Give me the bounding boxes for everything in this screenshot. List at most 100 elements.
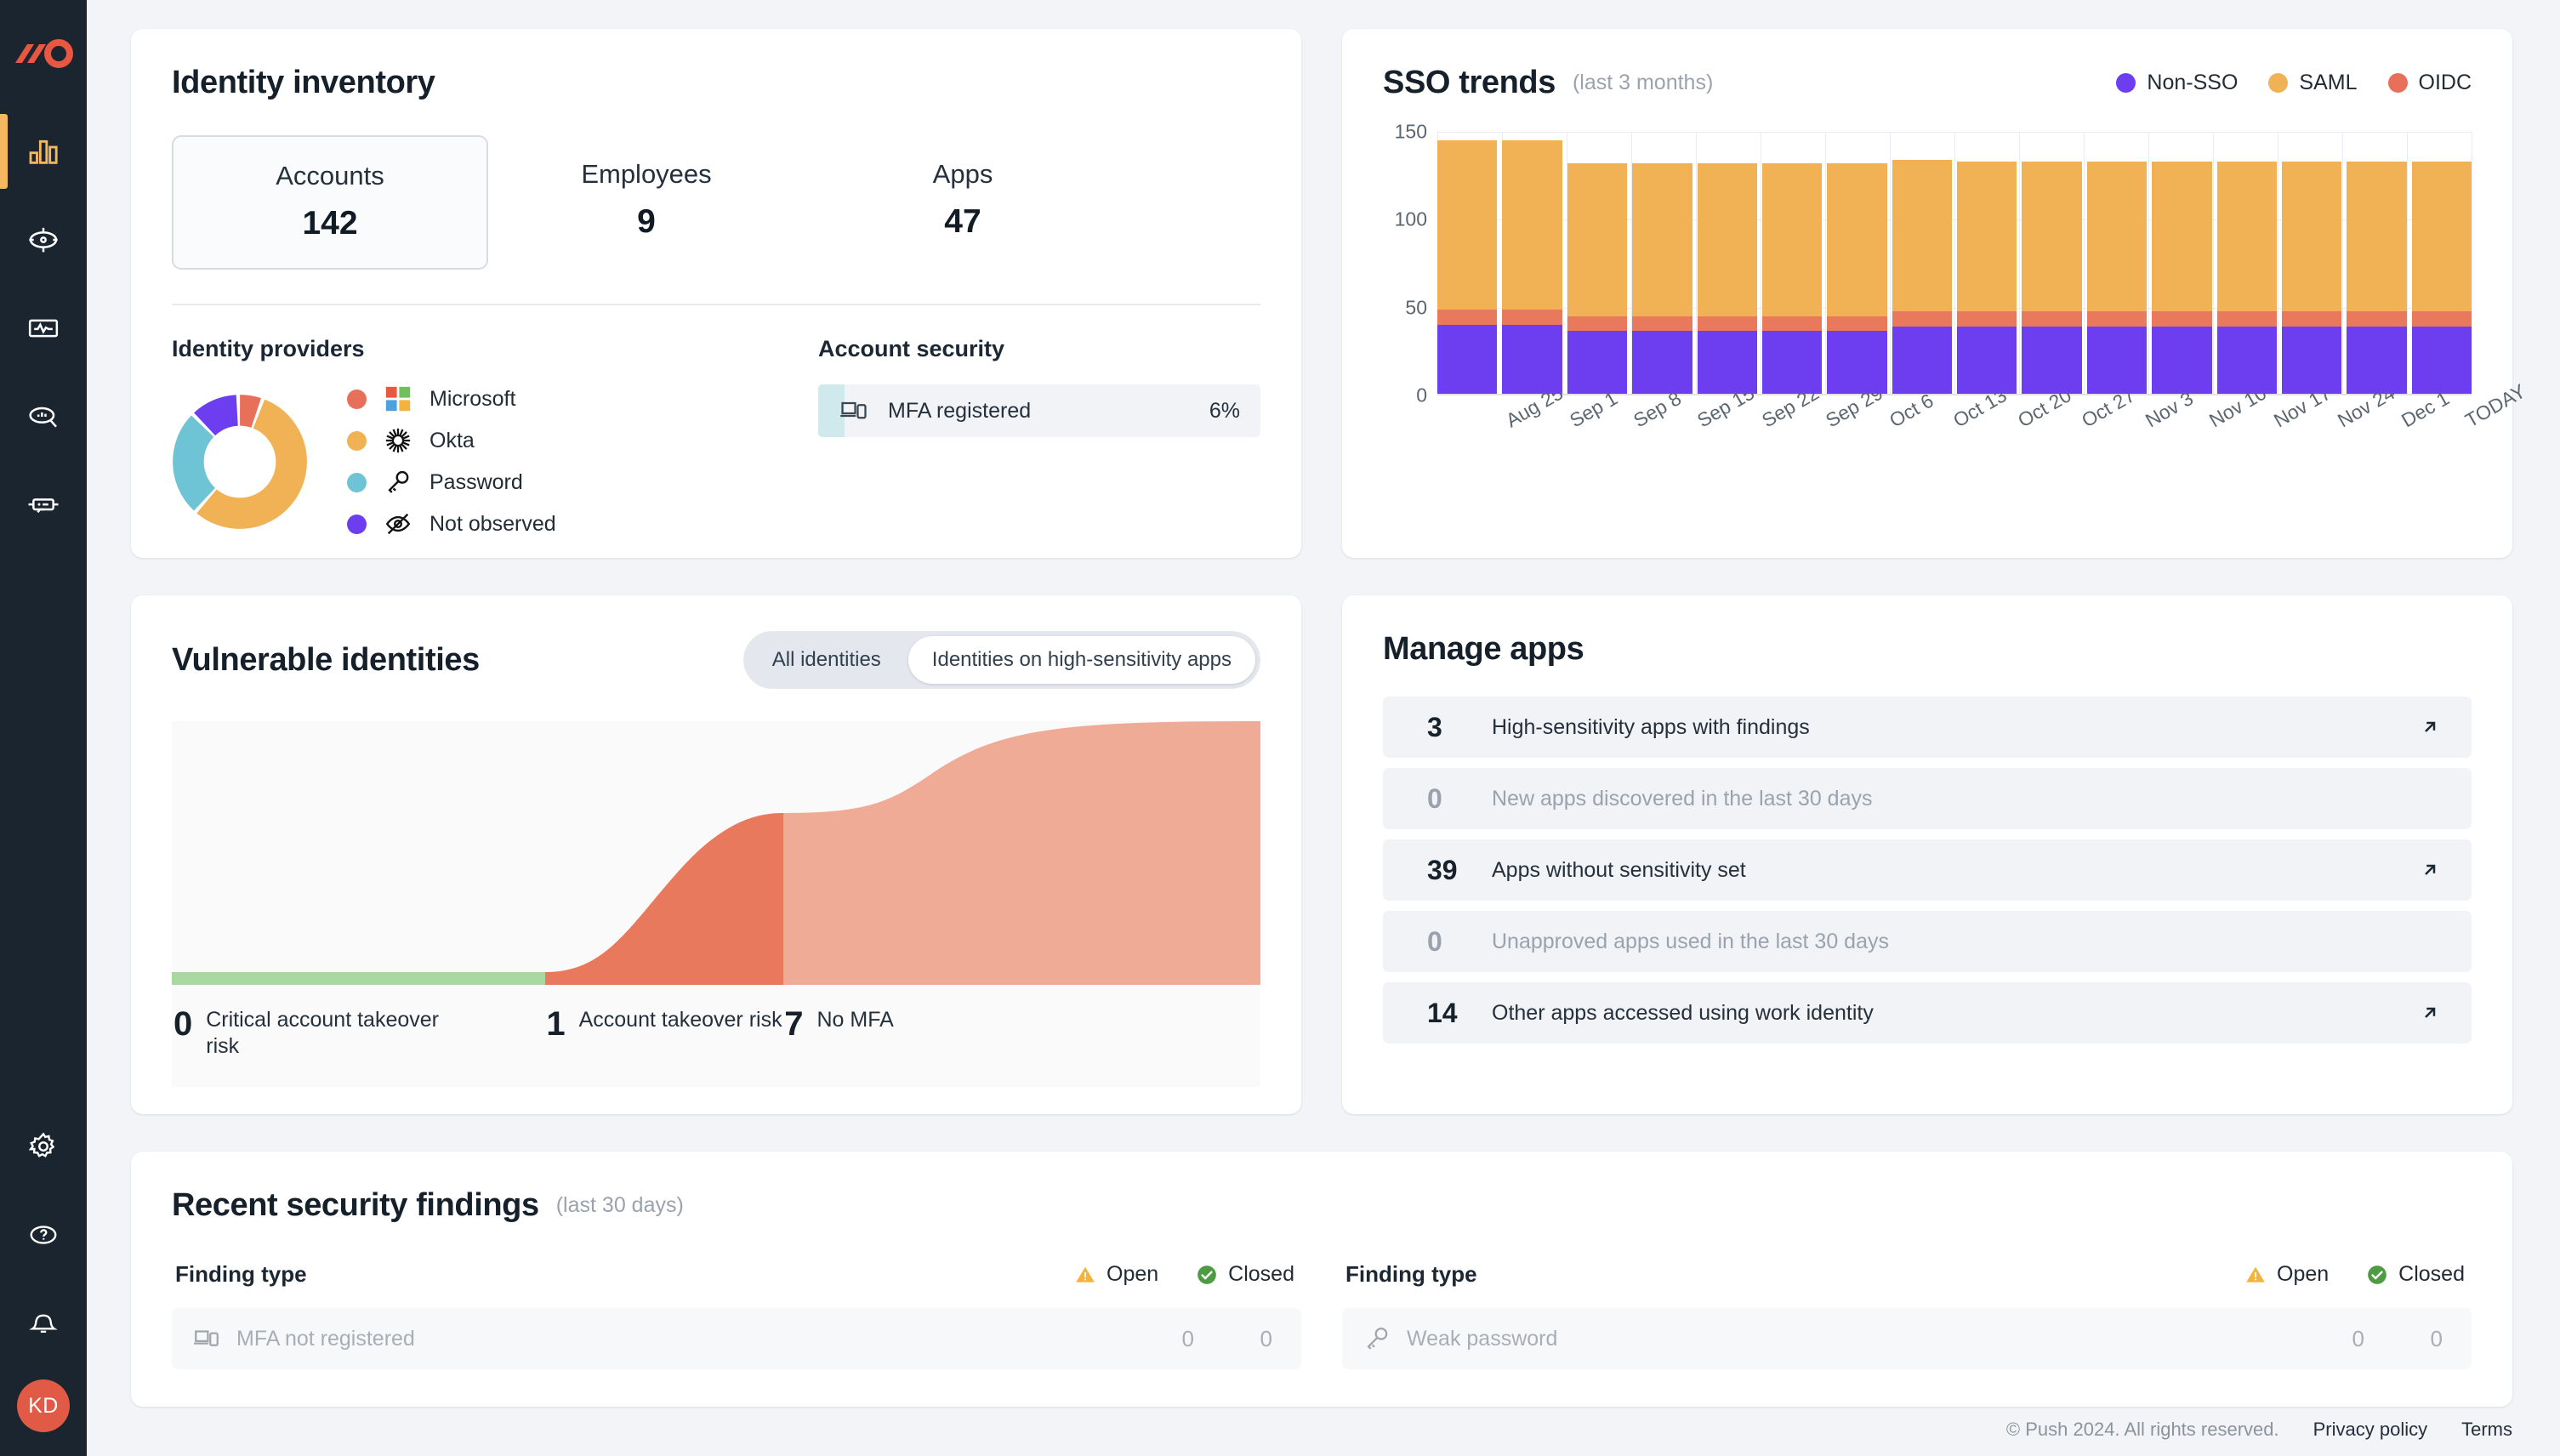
bar-segment-oidc (1437, 309, 1498, 326)
funnel-count: 7 (784, 1005, 804, 1043)
bar-segment-non-sso (1632, 330, 1692, 394)
sidebar-item-monitor[interactable] (0, 284, 87, 373)
stat-accounts[interactable]: Accounts 142 (172, 135, 488, 270)
browser-extension-icon (28, 498, 59, 514)
bar-sep-22[interactable] (1697, 163, 1757, 394)
recent-findings-subtitle: (last 30 days) (555, 1193, 684, 1217)
findings-open-header: Open (2244, 1262, 2329, 1287)
eye-off-icon (385, 513, 411, 535)
y-tick: 150 (1394, 120, 1427, 143)
footer-terms-link[interactable]: Terms (2461, 1419, 2512, 1441)
crosshair-icon (29, 227, 58, 253)
bar-segment-saml (2281, 162, 2342, 311)
bar-segment-saml (2411, 162, 2472, 311)
sidebar-item-settings[interactable] (0, 1102, 87, 1191)
stat-employees[interactable]: Employees 9 (488, 135, 805, 266)
manage-apps-label: High-sensitivity apps with findings (1492, 714, 1810, 739)
bar-segment-oidc (1567, 316, 1628, 331)
sidebar-item-help[interactable] (0, 1191, 87, 1279)
stat-apps-value: 47 (944, 203, 981, 240)
bar-sep-8[interactable] (1567, 163, 1628, 394)
sso-trends-title: SSO trends (1383, 65, 1556, 100)
finding-label: Weak password (1407, 1326, 1558, 1351)
bar-nov-24[interactable] (2281, 162, 2342, 394)
mfa-device-icon (839, 395, 869, 426)
bell-icon (29, 1314, 58, 1334)
question-circle-icon (30, 1226, 57, 1244)
main-content: Identity inventory Accounts 142 Employee… (87, 0, 2560, 1456)
bar-sep-1[interactable] (1502, 140, 1562, 394)
bar-sep-15[interactable] (1632, 163, 1692, 394)
bar-segment-saml (1761, 163, 1823, 317)
bar-segment-saml (2347, 162, 2407, 311)
stat-apps[interactable]: Apps 47 (805, 135, 1121, 266)
bar-today[interactable] (2411, 162, 2472, 394)
vulnerable-identities-header: Vulnerable identities All identities Ide… (172, 631, 1260, 689)
manage-apps-label: Other apps accessed using work identity (1492, 1000, 1874, 1025)
funnel-legend-item: 7 No MFA (784, 1007, 1260, 1087)
findings-status-headers: Open Closed (2244, 1262, 2465, 1287)
bar-oct-27[interactable] (2022, 162, 2082, 394)
identity-providers-section: Identity providers Microsoft Okta Password… (172, 336, 767, 538)
sidebar-item-dashboard[interactable] (0, 107, 87, 196)
manage-apps-row[interactable]: 14 Other apps accessed using work identit… (1383, 982, 2472, 1044)
y-tick: 100 (1394, 208, 1427, 230)
bar-dec-1[interactable] (2347, 162, 2407, 394)
x-tick: Oct 6 (1886, 389, 1937, 432)
bar-segment-saml (2086, 162, 2148, 311)
provider-label: Microsoft (430, 386, 516, 411)
recent-findings-columns: Finding type Open Closed MFA not registered… (172, 1261, 2472, 1369)
bar-oct-13[interactable] (1892, 160, 1952, 394)
eye-off-icon (384, 509, 412, 538)
mfa-registered-row[interactable]: MFA registered 6% (818, 384, 1260, 437)
manage-apps-row[interactable]: 39 Apps without sensitivity set (1383, 839, 2472, 901)
bar-segment-non-sso (2216, 327, 2277, 394)
mfa-device-icon (192, 1324, 221, 1353)
sidebar-item-targets[interactable] (0, 196, 87, 284)
recent-findings-header: Recent security findings (last 30 days) (172, 1187, 2472, 1224)
findings-header: Finding type Open Closed (1342, 1261, 2472, 1288)
bar-segment-oidc (2347, 310, 2407, 327)
funnel-label: Critical account takeover risk (206, 1008, 439, 1059)
bar-segment-oidc (2281, 310, 2342, 327)
mfa-label: MFA registered (888, 398, 1032, 423)
bar-nov-10[interactable] (2152, 162, 2212, 394)
bar-oct-20[interactable] (1957, 162, 2017, 394)
check-circle-icon (1198, 1265, 1217, 1284)
bar-segment-non-sso (2281, 327, 2342, 394)
sidebar-item-insights[interactable] (0, 373, 87, 461)
vulnerable-identities-card: Vulnerable identities All identities Ide… (131, 595, 1301, 1114)
bar-segment-non-sso (2022, 327, 2082, 394)
push-logo[interactable] (14, 39, 73, 70)
okta-icon (384, 426, 412, 455)
bar-aug-25[interactable] (1437, 140, 1498, 394)
external-link-arrow-icon (2425, 1007, 2436, 1018)
bar-nov-17[interactable] (2216, 162, 2277, 394)
bar-nov-3[interactable] (2086, 162, 2148, 394)
sso-legend-label: Non-SSO (2147, 71, 2239, 94)
sidebar-item-notifications[interactable] (0, 1279, 87, 1368)
toggle-all-identities[interactable]: All identities (748, 636, 905, 684)
account-security-title: Account security (818, 336, 1005, 361)
sidebar-item-devices[interactable] (0, 461, 87, 549)
findings-open-header: Open (1074, 1262, 1158, 1287)
bar-segment-saml (2216, 162, 2277, 311)
toggle-high-sensitivity[interactable]: Identities on high-sensitivity apps (907, 636, 1255, 684)
avatar[interactable]: KD (17, 1379, 70, 1432)
stat-accounts-label: Accounts (276, 161, 384, 191)
bar-sep-29[interactable] (1761, 163, 1823, 394)
manage-apps-row: 0 Unapproved apps used in the last 30 day… (1383, 911, 2472, 972)
identities-scope-toggle: All identities Identities on high-sensit… (742, 631, 1260, 689)
bar-segment-saml (1632, 163, 1692, 317)
manage-apps-row[interactable]: 3 High-sensitivity apps with findings (1383, 697, 2472, 758)
provider-color-dot (347, 430, 367, 451)
sidebar-nav-bottom: KD (0, 1102, 87, 1456)
manage-apps-title: Manage apps (1383, 631, 1584, 667)
provider-label: Okta (430, 428, 475, 452)
account-security-section: Account security MFA registered 6% (818, 336, 1260, 538)
bar-oct-6[interactable] (1827, 163, 1887, 394)
sidebar: KD (0, 0, 87, 1456)
search-chart-icon (29, 407, 57, 428)
footer-privacy-link[interactable]: Privacy policy (2313, 1419, 2427, 1441)
divider (172, 304, 1260, 305)
